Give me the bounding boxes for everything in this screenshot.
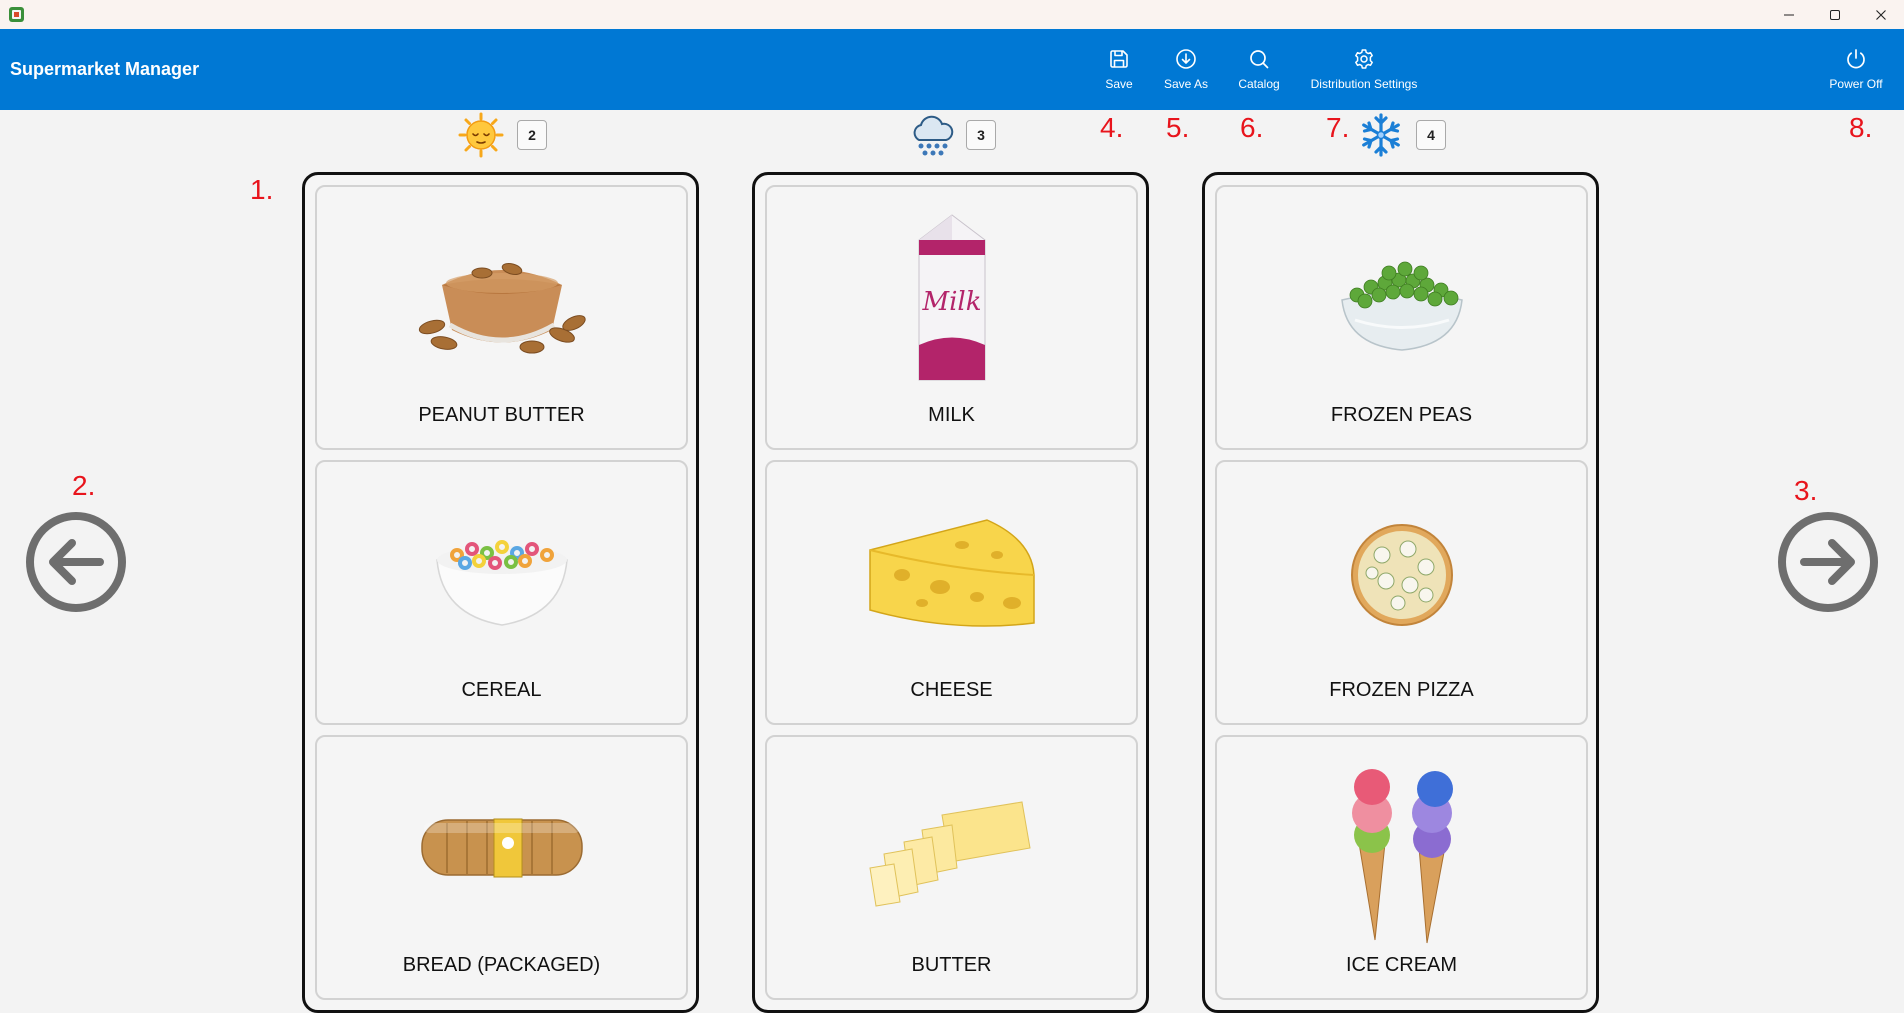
product-name: FROZEN PEAS [1330, 404, 1473, 426]
window-title-bar [0, 0, 1904, 29]
product-name: CHEESE [910, 679, 993, 701]
bread-image [407, 755, 597, 945]
product-name: BREAD (PACKAGED) [402, 954, 601, 976]
minimize-button[interactable] [1766, 0, 1812, 29]
annotation-4: 4. [1100, 112, 1124, 143]
arrow-left-circle-icon[interactable] [24, 510, 128, 614]
sun-icon [458, 112, 504, 158]
app-icon [9, 7, 24, 22]
save-as-label: Save As [1163, 77, 1209, 91]
milk-carton-text: Milk [921, 287, 981, 317]
save-as-button[interactable]: Save As [1160, 47, 1212, 93]
minimize-icon [1784, 14, 1794, 15]
zone-count-badge: 4 [1416, 120, 1446, 150]
product-card-cheese[interactable]: CHEESE [765, 460, 1138, 725]
power-off-label: Power Off [1829, 77, 1883, 91]
product-card-frozen-pizza[interactable]: FROZEN PIZZA [1215, 460, 1588, 725]
bread-icon [420, 818, 583, 878]
save-label: Save [1105, 77, 1133, 91]
power-off-button[interactable]: Power Off [1826, 47, 1886, 93]
cereal-icon [435, 540, 568, 626]
product-name: FROZEN PIZZA [1329, 679, 1474, 701]
product-card-milk[interactable]: Milk MILK [765, 185, 1138, 450]
cloud-rain-icon [913, 115, 954, 156]
butter-icon [868, 801, 1031, 907]
zone-count-badge: 2 [517, 120, 547, 150]
app-header: Supermarket Manager Save Save As Catalog… [0, 29, 1904, 110]
download-circle-icon [1176, 49, 1196, 69]
annotation-1: 1. [250, 174, 274, 205]
gear-icon [1355, 49, 1373, 69]
product-card-cereal[interactable]: CEREAL [315, 460, 688, 725]
annotation-3: 3. [1794, 475, 1818, 506]
milk-icon: Milk [918, 214, 985, 381]
product-card-butter[interactable]: BUTTER [765, 735, 1138, 1000]
product-card-ice-cream[interactable]: ICE CREAM [1215, 735, 1588, 1000]
product-card-bread[interactable]: BREAD (PACKAGED) [315, 735, 688, 1000]
butter-image [857, 755, 1047, 945]
product-card-frozen-peas[interactable]: FROZEN PEAS [1215, 185, 1588, 450]
close-icon [1876, 9, 1886, 20]
ice-cream-image [1307, 755, 1497, 945]
product-name: CEREAL [461, 679, 542, 701]
catalog-label: Catalog [1238, 77, 1280, 91]
app-title: Supermarket Manager [10, 59, 200, 79]
frozen-peas-image [1307, 205, 1497, 395]
catalog-button[interactable]: Catalog [1234, 47, 1284, 93]
close-button[interactable] [1858, 0, 1904, 29]
zone-column-sun: PEANUT BUTTER CEREAL BREAD (PACKAGED) [302, 172, 699, 1013]
annotation-6: 6. [1240, 112, 1264, 143]
annotation-2: 2. [72, 470, 96, 501]
product-name: PEANUT BUTTER [418, 404, 585, 426]
save-icon [1110, 50, 1128, 68]
distribution-settings-button[interactable]: Distribution Settings [1306, 47, 1422, 93]
zone-column-snowflake: FROZEN PEAS FROZEN PIZZA ICE CREAM [1202, 172, 1599, 1013]
power-icon [1847, 49, 1865, 69]
zone-count-badge: 3 [966, 120, 996, 150]
peas-icon [1340, 261, 1463, 351]
product-card-peanut-butter[interactable]: PEANUT BUTTER [315, 185, 688, 450]
distribution-settings-label: Distribution Settings [1310, 77, 1418, 91]
save-button[interactable]: Save [1100, 47, 1138, 93]
search-icon [1250, 50, 1269, 69]
product-name: ICE CREAM [1345, 954, 1458, 976]
product-name: BUTTER [911, 954, 992, 976]
frozen-pizza-image [1307, 480, 1497, 670]
snowflake-icon [1362, 113, 1400, 157]
annotation-5: 5. [1166, 112, 1190, 143]
peanut-butter-image [407, 205, 597, 395]
ice-cream-icon [1351, 769, 1453, 944]
product-name: MILK [928, 404, 975, 426]
annotation-7: 7. [1326, 112, 1350, 143]
annotation-8: 8. [1849, 112, 1873, 143]
peanut-butter-icon [418, 263, 586, 354]
pizza-icon [1350, 524, 1453, 626]
zone-column-cloud: Milk MILK CHEESE BUTTER [752, 172, 1149, 1013]
cheese-image [857, 480, 1047, 670]
arrow-right-circle-icon[interactable] [1776, 510, 1880, 614]
maximize-icon [1830, 9, 1840, 20]
maximize-button[interactable] [1812, 0, 1858, 29]
cereal-image [407, 480, 597, 670]
milk-image: Milk [857, 205, 1047, 395]
cheese-icon [868, 519, 1035, 627]
